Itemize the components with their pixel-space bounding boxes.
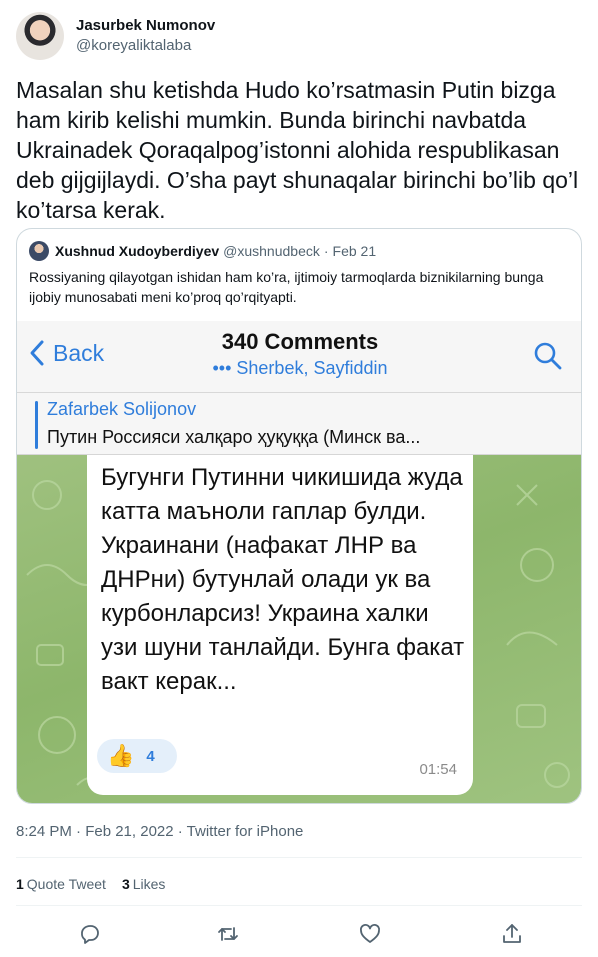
reply-accent-bar (35, 401, 38, 449)
pinned-reply: Zafarbek Solijonov Путин Россияси халқар… (17, 393, 581, 455)
divider (16, 905, 582, 906)
chat-title: 340 Comments (221, 329, 379, 354)
quote-date: Feb 21 (332, 243, 377, 259)
quote-separator: · (323, 243, 329, 259)
retweet-icon[interactable] (216, 922, 240, 946)
tweet-actions (16, 918, 582, 950)
likes-label: Likes (132, 876, 166, 892)
search-icon (533, 341, 563, 376)
reaction-pill: 👍 4 (97, 739, 177, 773)
share-icon[interactable] (500, 922, 524, 946)
chat-subtitle: ••• Sherbek, Sayfiddin (212, 358, 388, 378)
reply-author: Zafarbek Solijonov (47, 399, 197, 419)
author-handle[interactable]: @koreyaliktalaba (76, 36, 215, 56)
thumbs-up-icon: 👍 (107, 743, 135, 768)
chat-topbar: Back 340 Comments ••• Sherbek, Sayfiddin (17, 321, 581, 393)
likes-stat[interactable]: 3 Likes (122, 876, 165, 892)
quote-avatar (29, 241, 49, 261)
quote-header: Xushnud Xudoyberdiyev @xushnudbeck · Feb… (29, 241, 376, 261)
tweet-author: Jasurbek Numonov @koreyaliktalaba (16, 12, 215, 60)
avatar[interactable] (16, 12, 64, 60)
message-text: Бугунги Путинни чикишида жуда катта маън… (101, 464, 465, 695)
quote-tweet-card[interactable]: Xushnud Xudoyberdiyev @xushnudbeck · Feb… (16, 228, 582, 804)
likes-count: 3 (121, 876, 130, 892)
divider (16, 857, 582, 858)
like-icon[interactable] (358, 922, 382, 946)
author-names: Jasurbek Numonov @koreyaliktalaba (76, 16, 215, 56)
quote-media-screenshot[interactable]: Back 340 Comments ••• Sherbek, Sayfiddin… (17, 321, 581, 803)
quote-handle: @xushnudbeck (223, 243, 320, 259)
reaction-count: 4 (146, 747, 155, 765)
message-bubble: Бугунги Путинни чикишида жуда катта маън… (87, 455, 473, 795)
author-display-name[interactable]: Jasurbek Numonov (76, 16, 215, 36)
message-time: 01:54 (419, 761, 457, 778)
quote-tweets-count: 1 (16, 876, 24, 892)
tweet-text: Masalan shu ketishda Hudo ko’rsatmasin P… (16, 77, 579, 223)
reply-text: Путин Россияси халқаро ҳуқуққа (Минск ва… (47, 427, 421, 447)
tweet-timestamp[interactable]: 8:24 PM · Feb 21, 2022 · Twitter for iPh… (16, 822, 303, 842)
tweet-stats: 1 Quote Tweet 3 Likes (16, 876, 181, 892)
quote-tweets-stat[interactable]: 1 Quote Tweet (16, 876, 106, 892)
quote-text: Rossiyaning qilayotgan ishidan ham ko’ra… (29, 269, 544, 305)
quote-tweets-label: Quote Tweet (26, 876, 106, 892)
reply-icon[interactable] (78, 922, 102, 946)
quote-display-name: Xushnud Xudoyberdiyev (55, 243, 220, 259)
